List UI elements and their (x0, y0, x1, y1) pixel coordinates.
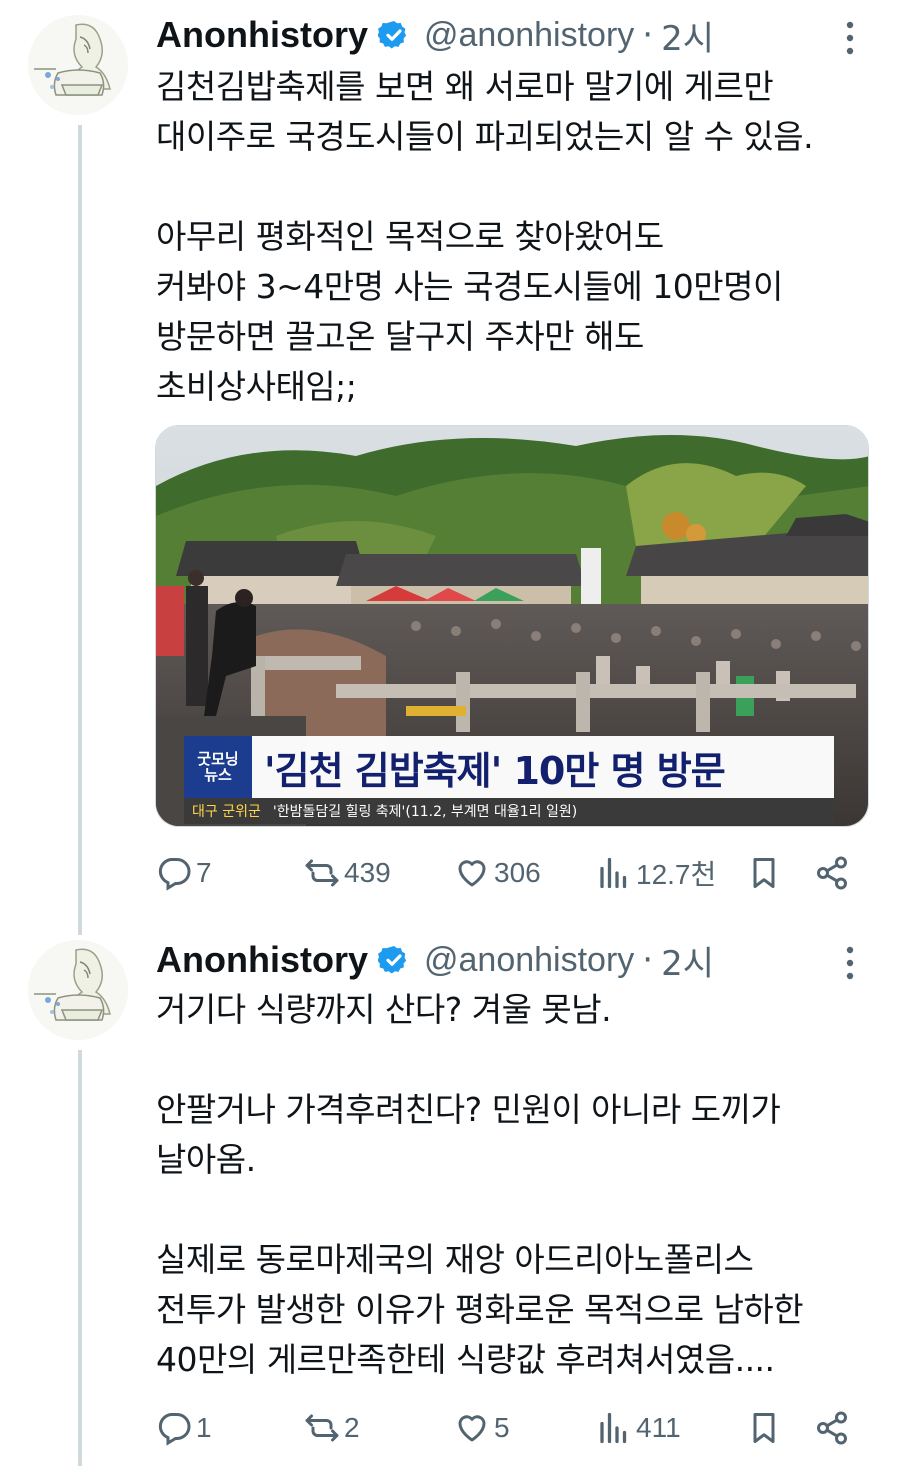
share-button[interactable] (814, 848, 854, 898)
tweet-header: Anonhistory @anonhistory · 2시 (156, 935, 714, 985)
caption-location: 대구 군위군 (192, 804, 261, 820)
bookmark-icon (753, 1413, 775, 1443)
more-options-icon[interactable] (838, 943, 862, 983)
bookmark-button[interactable] (746, 1403, 786, 1453)
separator: · (642, 15, 654, 55)
avatar[interactable] (28, 15, 128, 115)
repost-count: 2 (344, 1412, 360, 1443)
author-name[interactable]: Anonhistory (156, 14, 368, 56)
more-options-icon[interactable] (838, 18, 862, 58)
news-logo: 굿모닝 뉴스 (184, 736, 252, 798)
like-button[interactable]: 5 (454, 1403, 510, 1453)
caption-headline: '김천 김밥축제' 10만 명 방문 (264, 748, 726, 793)
reply-count: 1 (196, 1412, 212, 1443)
repost-button[interactable]: 2 (304, 1403, 360, 1453)
author-handle[interactable]: @anonhistory (424, 941, 634, 980)
author-handle[interactable]: @anonhistory (424, 16, 634, 55)
reply-icon (158, 858, 191, 891)
tweet-2[interactable]: Anonhistory @anonhistory · 2시 거기다 식량까지 산… (0, 925, 900, 1466)
verified-badge-icon (378, 946, 407, 974)
views-count: 411 (636, 1412, 681, 1443)
views-chart-icon (600, 1412, 627, 1444)
reply-count: 7 (196, 857, 212, 888)
views-chart-icon (600, 857, 627, 889)
like-count: 306 (494, 857, 541, 888)
reply-icon (158, 1413, 191, 1446)
repost-count: 439 (344, 857, 391, 888)
avatar[interactable] (28, 940, 128, 1040)
like-button[interactable]: 306 (454, 848, 541, 898)
bookmark-button[interactable] (746, 848, 786, 898)
tweet-1[interactable]: Anonhistory @anonhistory · 2시 김천김밥축제를 보면… (0, 0, 900, 930)
bookmark-icon (753, 858, 775, 888)
like-count: 5 (494, 1412, 510, 1443)
heart-icon (458, 860, 486, 887)
share-icon (817, 1411, 847, 1445)
caption-subtext: '한밤돌담길 힐링 축제'(11.2, 부계면 대율1리 일원) (272, 804, 578, 820)
views-count: 12.7천 (636, 859, 717, 890)
heart-icon (458, 1415, 486, 1442)
news-subcaption: 대구 군위군 '한밤돌담길 힐링 축제'(11.2, 부계면 대율1리 일원) (184, 798, 834, 824)
reply-button[interactable]: 1 (156, 1403, 212, 1453)
tweet-header: Anonhistory @anonhistory · 2시 (156, 10, 714, 60)
timestamp[interactable]: 2시 (661, 936, 714, 985)
repost-icon (305, 1414, 339, 1442)
author-name[interactable]: Anonhistory (156, 939, 368, 981)
repost-button[interactable]: 439 (304, 848, 391, 898)
share-icon (817, 856, 847, 890)
tweet-text: 김천김밥축제를 보면 왜 서로마 말기에 게르만 대이주로 국경도시들이 파괴되… (156, 67, 814, 406)
share-button[interactable] (814, 1403, 854, 1453)
timestamp[interactable]: 2시 (661, 11, 714, 60)
views-button[interactable]: 411 (596, 1403, 681, 1453)
tweet-actions: 1 2 5 411 (156, 1403, 856, 1453)
views-button[interactable]: 12.7천 (596, 848, 716, 898)
avatar-image (28, 940, 128, 1040)
tweet-actions: 7 439 306 12.7천 (156, 848, 856, 898)
repost-icon (305, 859, 339, 887)
tweet-text: 거기다 식량까지 산다? 겨울 못남. 안팔거나 가격후려친다? 민원이 아니라… (156, 990, 804, 1379)
avatar-image (28, 15, 128, 115)
tweet-media-image[interactable]: 굿모닝 뉴스 '김천 김밥축제' 10만 명 방문 대구 군위군 '한밤돌담길 … (155, 425, 869, 827)
verified-badge-icon (378, 21, 407, 49)
news-caption: 굿모닝 뉴스 '김천 김밥축제' 10만 명 방문 (184, 736, 834, 798)
separator: · (642, 940, 654, 980)
reply-button[interactable]: 7 (156, 848, 212, 898)
